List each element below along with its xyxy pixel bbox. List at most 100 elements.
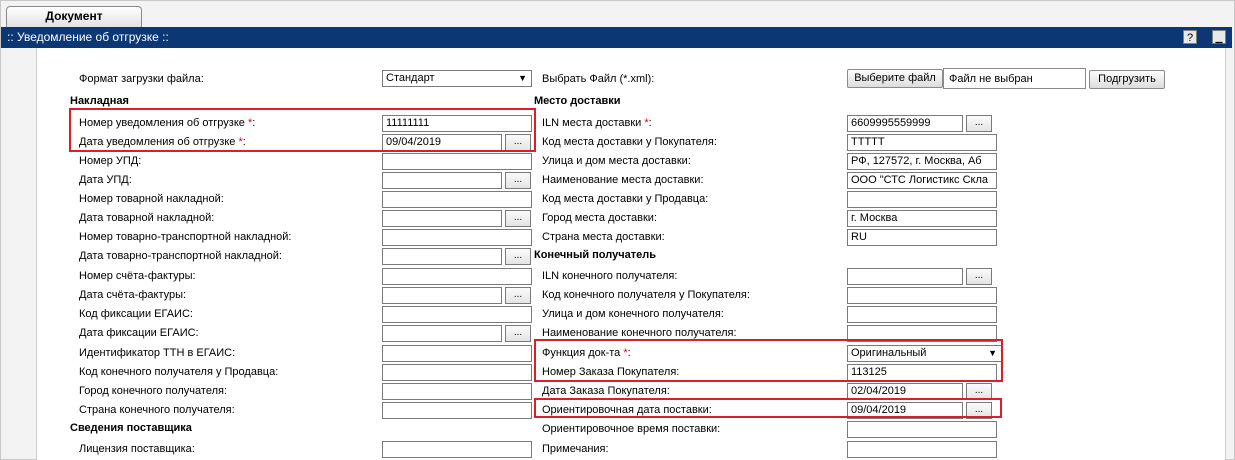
right-field-label: Город места доставки: [542,211,657,225]
left-field-label: Номер счёта-фактуры: [79,269,196,283]
left-field-input[interactable] [382,325,502,342]
right-field-value: РФ, 127572, г. Москва, Аб [851,155,982,167]
right-field-label: Примечания: [542,442,609,456]
choose-file-button[interactable]: Выберите файл [847,69,943,88]
left-field-label-text: Номер счёта-фактуры: [79,270,196,282]
left-field-label: Номер товарной накладной: [79,192,224,206]
left-field-input[interactable] [382,402,532,419]
right-field-value: г. Москва [851,212,898,224]
right-field-input[interactable] [847,306,997,323]
right-field-label: Ориентировочное время поставки: [542,422,720,436]
right-field-label-text: Город места доставки: [542,212,658,224]
tab-document[interactable]: Документ [6,6,142,27]
file-status: Файл не выбран [949,73,1033,85]
right-field-value: 02/04/2019 [851,385,907,397]
left-field-label: Номер УПД: [79,154,141,168]
right-field-input[interactable]: РФ, 127572, г. Москва, Аб [847,153,997,170]
right-field-label-text: ILN конечного получателя: [542,270,678,282]
lookup-button[interactable]: ... [966,115,992,132]
label-colon: : [648,117,652,129]
file-label: Выбрать Файл (*.xml): [542,73,655,85]
left-field-label: Дата фиксации ЕГАИС: [79,326,199,340]
left-field-label: Идентификатор ТТН в ЕГАИС: [79,346,235,360]
right-field-label: ILN конечного получателя: [542,269,677,283]
lookup-button[interactable]: ... [505,325,531,342]
right-field-label-text: Наименование конечного получателя: [542,327,737,339]
right-field-input[interactable] [847,287,997,304]
left-field-label: Дата товарно-транспортной накладной: [79,249,282,263]
right-field-value: 6609995559999 [851,117,931,129]
left-field-label-text: Дата счёта-фактуры: [79,289,187,301]
left-field-label: Дата УПД: [79,173,132,187]
right-field-value: ТТТТТ [851,136,885,148]
left-field-label-text: Код конечного получателя у Продавца: [79,366,279,378]
right-field-input[interactable] [847,191,997,208]
left-field-input[interactable] [382,364,532,381]
right-field-label-text: Страна места доставки: [542,231,665,243]
right-field-label-text: Ориентировочное время поставки: [542,423,721,435]
minimize-button[interactable]: ▁ [1212,30,1226,44]
left-field-input[interactable] [382,287,502,304]
right-field-label: Код конечного получателя у Покупателя: [542,288,750,302]
right-field-input[interactable]: 6609995559999 [847,115,963,132]
right-field-input[interactable]: ТТТТТ [847,134,997,151]
left-field-label: Город конечного получателя: [79,384,227,398]
lookup-button[interactable]: ... [505,287,531,304]
left-field-label-text: Город конечного получателя: [79,385,228,397]
format-select-value: Стандарт [386,72,435,84]
right-field-input[interactable]: RU [847,229,997,246]
right-field-input[interactable]: ООО "СТС Логистикс Скла [847,172,997,189]
lookup-button[interactable]: ... [505,172,531,189]
right-field-value: RU [851,231,867,243]
left-field-input[interactable] [382,229,532,246]
right-field-input[interactable] [847,268,963,285]
upload-button[interactable]: Подгрузить [1089,70,1165,89]
left-field-label: Страна конечного получателя: [79,403,235,417]
left-field-label: Код конечного получателя у Продавца: [79,365,278,379]
right-field-label: Код места доставки у Покупателя: [542,135,717,149]
right-field-label-text: Дата Заказа Покупателя: [542,385,670,397]
right-field-input[interactable] [847,421,997,438]
left-field-label-text: Страна конечного получателя: [79,404,235,416]
panel-titlebar: :: Уведомление об отгрузке :: ? ▁ [1,27,1232,48]
lookup-button[interactable]: ... [505,248,531,265]
left-field-input[interactable] [382,345,532,362]
format-label: Формат загрузки файла: [79,73,204,85]
right-field-label-text: Наименование места доставки: [542,174,704,186]
section-supplier: Сведения поставщика [70,422,192,434]
left-field-label-text: Номер товарной накладной: [79,193,224,205]
right-field-label-text: Код конечного получателя у Покупателя: [542,289,750,301]
left-field-input[interactable] [382,383,532,400]
left-field-label-text: Лицензия поставщика: [79,443,195,455]
left-field-label-text: Дата товарной накладной: [79,212,215,224]
right-field-input[interactable]: г. Москва [847,210,997,227]
highlight-shipment-notice [69,108,536,152]
right-field-label: Улица и дом конечного получателя: [542,307,724,321]
left-field-label-text: Идентификатор ТТН в ЕГАИС: [79,347,236,359]
right-field-label-text: ILN места доставки [542,117,645,129]
left-field-label-text: Номер товарно-транспортной накладной: [79,231,292,243]
lookup-button[interactable]: ... [966,268,992,285]
left-field-label-text: Дата фиксации ЕГАИС: [79,327,199,339]
right-field-input[interactable] [847,441,997,458]
left-field-input[interactable] [382,210,502,227]
help-button[interactable]: ? [1183,30,1197,44]
left-field-input[interactable] [382,172,502,189]
section-waybill: Накладная [70,95,129,107]
left-field-input[interactable] [382,191,532,208]
highlight-delivery-date [534,398,1002,418]
format-select[interactable]: Стандарт ▼ [382,70,532,87]
left-field-input[interactable] [382,268,532,285]
left-field-input[interactable] [382,441,532,458]
left-field-input[interactable] [382,306,532,323]
chevron-down-icon: ▼ [518,73,527,83]
right-field-label: Дата Заказа Покупателя: [542,384,670,398]
right-field-label-text: Примечания: [542,443,609,455]
left-field-label-text: Дата УПД: [79,174,132,186]
left-field-input[interactable] [382,248,502,265]
lookup-button[interactable]: ... [505,210,531,227]
panel-title: :: Уведомление об отгрузке :: [7,30,169,44]
left-field-label-text: Номер УПД: [79,155,142,167]
left-field-label: Дата счёта-фактуры: [79,288,186,302]
left-field-input[interactable] [382,153,532,170]
